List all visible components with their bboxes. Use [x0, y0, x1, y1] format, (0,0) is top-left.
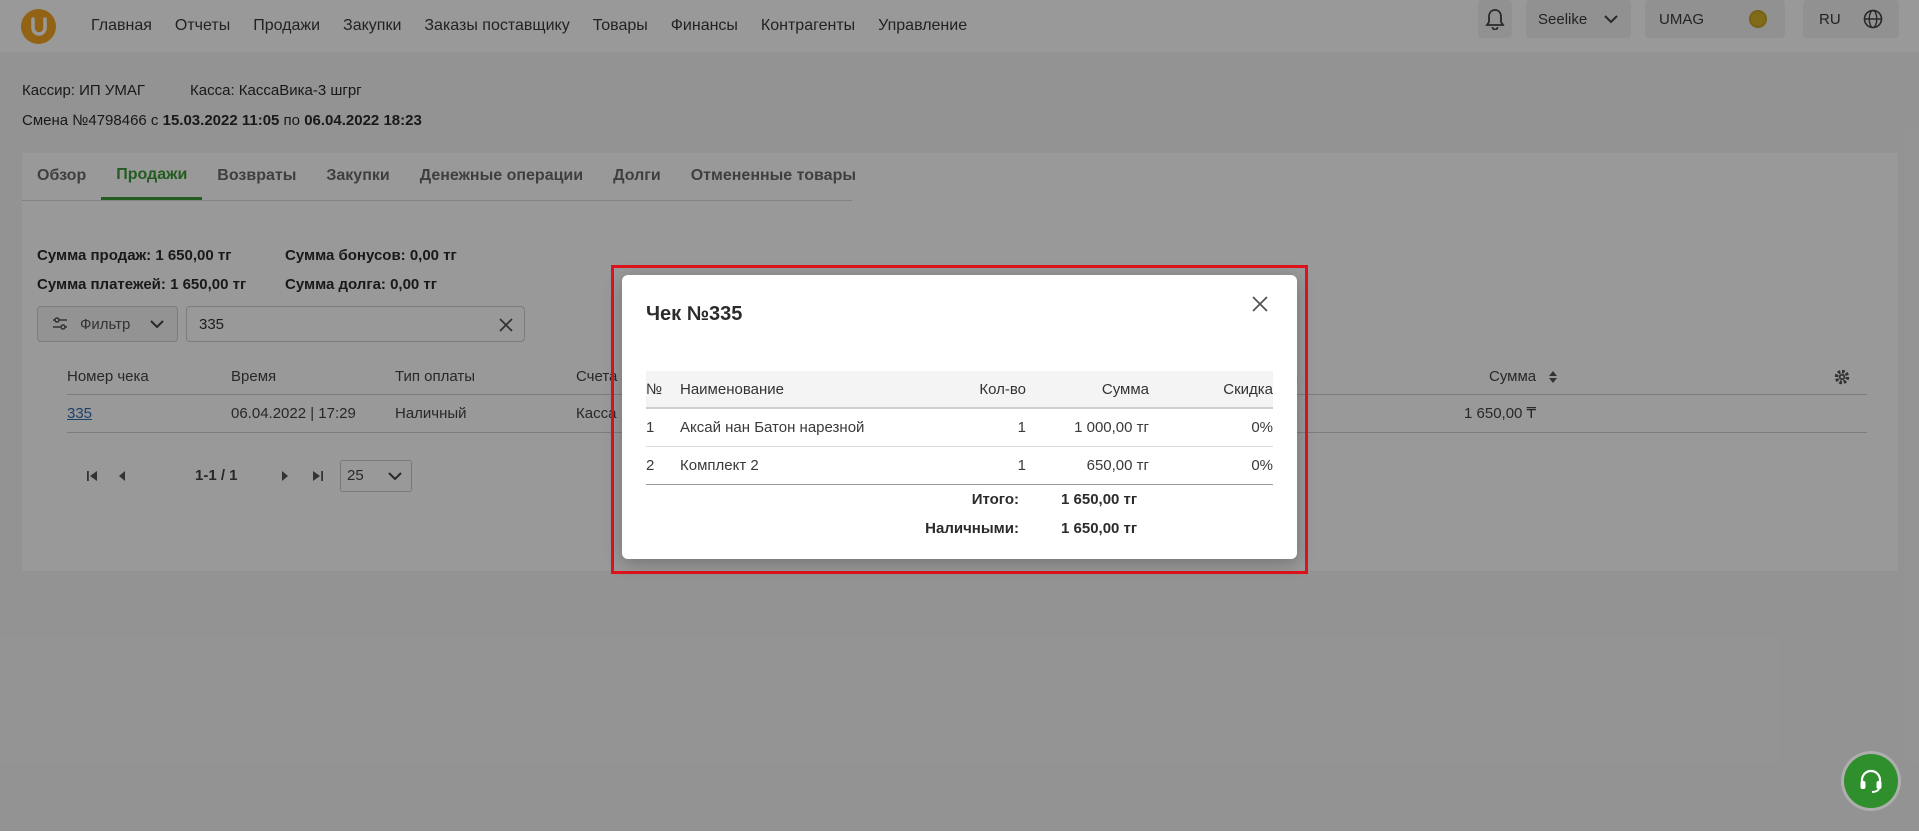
cash-label: Наличными:	[925, 520, 1019, 537]
header-name: Наименование	[680, 381, 784, 398]
item-sum: 650,00 тг	[1086, 457, 1149, 474]
item-quantity: 1	[1017, 457, 1026, 474]
item-number: 1	[646, 419, 655, 436]
item-sum: 1 000,00 тг	[1074, 419, 1149, 436]
header-quantity: Кол-во	[979, 381, 1026, 398]
receipt-table: № Наименование Кол-во Сумма Скидка 1 Акс…	[646, 371, 1273, 543]
total-label: Итого:	[971, 491, 1019, 508]
item-discount: 0%	[1251, 457, 1273, 474]
headset-icon	[1860, 769, 1882, 793]
item-name: Комплект 2	[680, 457, 759, 474]
receipt-modal: Чек №335 № Наименование Кол-во Сумма Ски…	[622, 275, 1297, 559]
receipt-totals: Итого: 1 650,00 тг Наличными: 1 650,00 т…	[646, 485, 1273, 543]
receipt-item-row: 1 Аксай нан Батон нарезной 1 1 000,00 тг…	[646, 409, 1273, 447]
header-sum: Сумма	[1101, 381, 1149, 398]
modal-title: Чек №335	[646, 303, 743, 325]
item-discount: 0%	[1251, 419, 1273, 436]
bottom-edge	[0, 831, 1919, 839]
total-value: 1 650,00 тг	[1061, 491, 1138, 508]
item-name: Аксай нан Батон нарезной	[680, 419, 865, 436]
receipt-table-header: № Наименование Кол-во Сумма Скидка	[646, 371, 1273, 409]
support-chat-button[interactable]	[1844, 754, 1898, 808]
header-number: №	[646, 381, 663, 398]
cash-value: 1 650,00 тг	[1061, 520, 1138, 537]
header-discount: Скидка	[1223, 381, 1273, 398]
close-icon[interactable]	[1251, 295, 1269, 313]
receipt-item-row: 2 Комплект 2 1 650,00 тг 0%	[646, 447, 1273, 485]
item-number: 2	[646, 457, 655, 474]
item-quantity: 1	[1017, 419, 1026, 436]
